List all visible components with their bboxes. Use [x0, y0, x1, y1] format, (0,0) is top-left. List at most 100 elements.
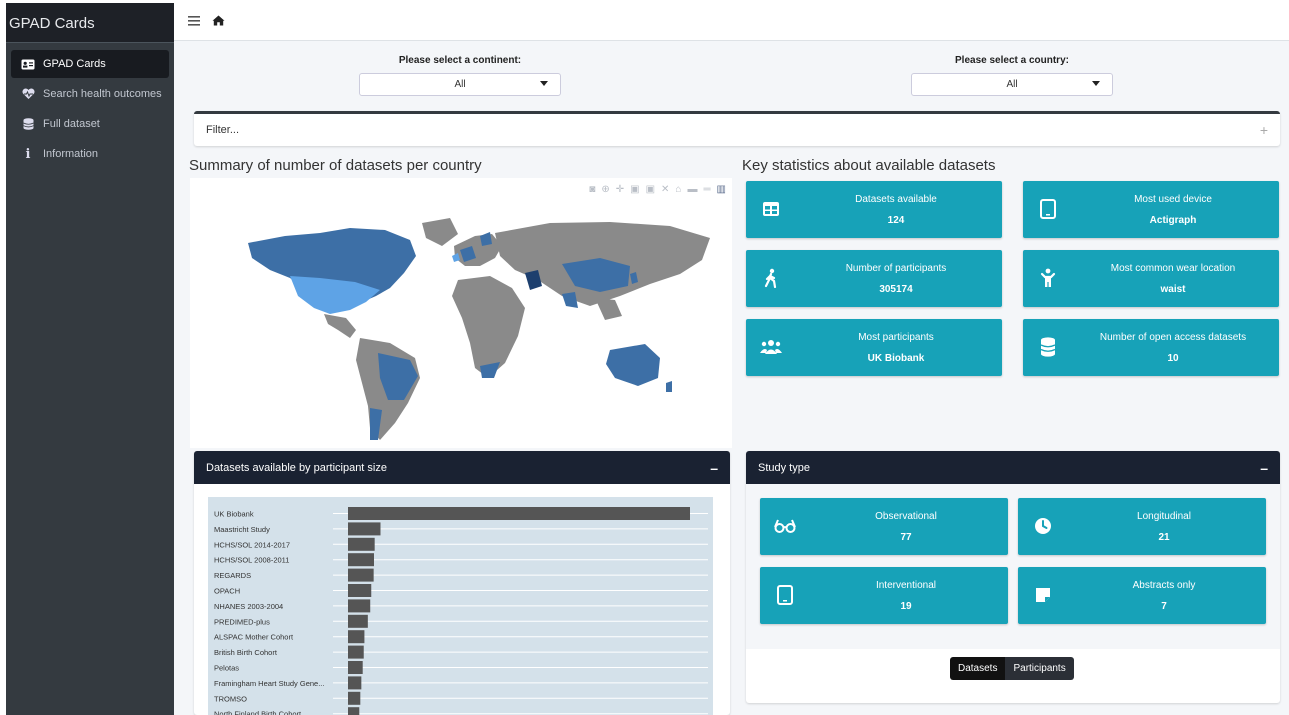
stat-label: Number of participants: [845, 263, 947, 274]
toggle-participants[interactable]: Participants: [1005, 657, 1074, 680]
sidebar-item-label: Information: [43, 148, 99, 160]
stat-value: Actigraph: [1149, 215, 1197, 226]
stat-card-datasets-available: Datasets available 124: [746, 181, 1002, 238]
autoscale-icon[interactable]: ✕: [661, 184, 669, 195]
chevron-down-icon: [540, 81, 548, 86]
main-content: Please select a continent: All Please se…: [174, 41, 1289, 715]
database-icon: [19, 118, 37, 130]
clock-icon: [1032, 515, 1054, 537]
stat-label: Observational: [875, 511, 937, 522]
stat-label: Datasets available: [855, 194, 937, 205]
plot-modebar: ◙ ⊕ ✛ ▣ ▣ ✕ ⌂ ▬ ═ ▥: [589, 184, 726, 195]
bar[interactable]: [348, 568, 374, 582]
bar[interactable]: [348, 584, 372, 597]
bar[interactable]: [348, 553, 374, 567]
compare-icon[interactable]: ═: [703, 184, 710, 195]
zoom-icon[interactable]: ⊕: [601, 184, 609, 195]
stat-value: 21: [1158, 532, 1170, 543]
bar-label: Maastricht Study: [214, 525, 270, 534]
sidebar-item-information[interactable]: i Information: [11, 140, 169, 168]
child-icon: [1037, 267, 1059, 289]
pan-icon[interactable]: ✛: [616, 184, 624, 195]
id-card-icon: [19, 59, 37, 70]
tablet-icon: [774, 584, 796, 606]
study-card-abstracts-only: Abstracts only 7: [1018, 567, 1266, 624]
bar[interactable]: [348, 522, 381, 536]
dataset-participant-toggle: Datasets Participants: [950, 657, 1074, 680]
reset-icon[interactable]: ⌂: [675, 184, 681, 195]
world-map[interactable]: ◙ ⊕ ✛ ▣ ▣ ✕ ⌂ ▬ ═ ▥: [190, 178, 732, 448]
study-type-card: Study type – Observational 77 Longitudin…: [746, 451, 1280, 703]
filter-box[interactable]: Filter... +: [194, 111, 1280, 146]
toggle-datasets[interactable]: Datasets: [950, 657, 1006, 680]
bar-chart-svg: UK Biobank Maastricht Study HCHS/SOL 2014-…: [214, 507, 708, 715]
bar[interactable]: [348, 645, 364, 659]
bar-label: TROMSO: [214, 694, 247, 703]
users-icon: [760, 336, 782, 358]
stat-value: 10: [1167, 353, 1179, 364]
bar[interactable]: [348, 614, 368, 628]
bar-label: NHANES 2003-2004: [214, 602, 283, 611]
stat-value: waist: [1160, 284, 1186, 295]
sidebar-item-gpad-cards[interactable]: GPAD Cards: [11, 50, 169, 78]
sidebar-item-label: Search health outcomes: [43, 88, 162, 100]
database-icon: [1037, 336, 1059, 358]
bar[interactable]: [348, 599, 371, 613]
sidebar-menu: GPAD Cards Search health outcomes Full d…: [6, 43, 174, 168]
bar[interactable]: [348, 537, 375, 551]
bar-label: PREDIMED-plus: [214, 617, 270, 626]
card-title: Datasets available by participant size: [206, 461, 387, 474]
country-select-value: All: [1006, 79, 1018, 90]
bar[interactable]: [348, 661, 363, 674]
card-title: Study type: [758, 461, 810, 474]
minimize-button[interactable]: –: [1260, 460, 1268, 476]
stat-value: 305174: [879, 284, 913, 295]
bar[interactable]: [348, 630, 365, 644]
stat-label: Abstracts only: [1132, 580, 1196, 591]
bar[interactable]: [348, 507, 690, 520]
stat-card-most-participants: Most participants UK Biobank: [746, 319, 1002, 376]
bar-label: HCHS/SOL 2014-2017: [214, 540, 290, 549]
participants-bar-chart[interactable]: UK Biobank Maastricht Study HCHS/SOL 2014-…: [208, 497, 713, 715]
sidebar-item-label: Full dataset: [43, 118, 100, 130]
bar[interactable]: [348, 707, 360, 715]
country-label: Please select a country:: [955, 55, 1069, 66]
bar-label: REGARDS: [214, 571, 251, 580]
country-select[interactable]: All: [911, 73, 1113, 96]
continent-select[interactable]: All: [359, 73, 561, 96]
stat-card-open-access-datasets: Number of open access datasets 10: [1023, 319, 1279, 376]
stat-value: UK Biobank: [867, 353, 925, 364]
tablet-icon: [1037, 198, 1059, 220]
stat-value: 124: [887, 215, 905, 226]
study-card-longitudinal: Longitudinal 21: [1018, 498, 1266, 555]
table-icon: [760, 198, 782, 220]
bar-label: British Birth Cohort: [214, 648, 278, 657]
stat-card-number-of-participants: Number of participants 305174: [746, 250, 1002, 307]
plotly-logo-icon[interactable]: ▥: [717, 184, 726, 195]
sidebar-item-search-health-outcomes[interactable]: Search health outcomes: [11, 80, 169, 108]
study-type-card-header: Study type –: [746, 451, 1280, 484]
stat-label: Interventional: [875, 580, 937, 591]
minimize-button[interactable]: –: [710, 460, 718, 476]
bar-label: UK Biobank: [214, 510, 254, 519]
stat-value: 77: [900, 532, 912, 543]
map-svg: [248, 218, 710, 440]
stat-label: Number of open access datasets: [1099, 332, 1247, 343]
continent-label: Please select a continent:: [398, 55, 522, 66]
bar[interactable]: [348, 691, 361, 705]
zoom-out-icon[interactable]: ▣: [646, 184, 655, 195]
bar-label: OPACH: [214, 587, 240, 596]
expand-icon[interactable]: +: [1260, 122, 1268, 138]
sidebar-item-full-dataset[interactable]: Full dataset: [11, 110, 169, 138]
zoom-in-icon[interactable]: ▣: [630, 184, 639, 195]
camera-icon[interactable]: ◙: [589, 184, 595, 195]
home-icon[interactable]: [212, 13, 225, 30]
bar[interactable]: [348, 676, 362, 690]
spike-icon[interactable]: ▬: [687, 184, 697, 195]
study-card-observational: Observational 77: [760, 498, 1008, 555]
bar-label: HCHS/SOL 2008-2011: [214, 556, 289, 565]
hamburger-icon[interactable]: [188, 13, 200, 30]
stat-label: Most used device: [1134, 194, 1212, 205]
stat-label: Most common wear location: [1110, 263, 1236, 274]
brand-title[interactable]: GPAD Cards: [6, 3, 174, 43]
